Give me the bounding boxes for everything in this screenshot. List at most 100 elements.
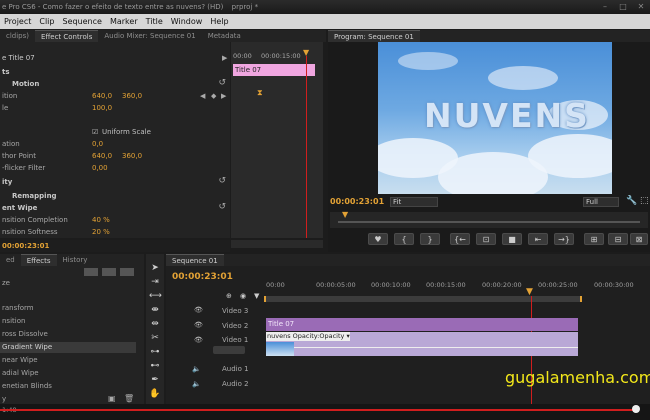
- effects-list-item[interactable]: ross Dissolve: [0, 329, 136, 340]
- wrench-icon[interactable]: 🔧: [626, 196, 637, 206]
- ec-playhead[interactable]: [306, 56, 307, 238]
- menu-window[interactable]: Window: [167, 14, 207, 29]
- speaker-icon[interactable]: 🔈: [192, 365, 201, 373]
- rolling-edit-tool-icon[interactable]: ⇼: [149, 304, 161, 316]
- ec-row-time-remapping[interactable]: Remapping: [0, 190, 230, 202]
- marker-icon[interactable]: ◉: [240, 292, 246, 300]
- expand-icon[interactable]: ⬚: [640, 196, 649, 206]
- go-to-out-button[interactable]: →}: [554, 233, 574, 245]
- opacity-line[interactable]: [294, 347, 578, 348]
- track-video-3[interactable]: Video 3: [222, 304, 248, 318]
- transition-softness-value[interactable]: 20 %: [92, 226, 110, 238]
- anchor-x-value[interactable]: 640,0: [92, 150, 112, 162]
- go-to-in-button[interactable]: {←: [450, 233, 470, 245]
- anti-flicker-value[interactable]: 0,00: [92, 162, 108, 174]
- menu-title[interactable]: Title: [142, 14, 167, 29]
- ec-row-motion[interactable]: Motion: [0, 78, 230, 90]
- next-keyframe-icon[interactable]: ▶: [221, 90, 226, 102]
- track-audio-2[interactable]: Audio 2: [222, 377, 249, 391]
- nuvens-clip-label[interactable]: nuvens Opacity:Opacity ▾: [266, 332, 350, 341]
- razor-tool-icon[interactable]: ✂: [149, 332, 161, 344]
- lift-button[interactable]: ⇤: [528, 233, 548, 245]
- tab-audio-mixer[interactable]: Audio Mixer: Sequence 01: [98, 30, 201, 42]
- eye-icon[interactable]: 👁: [194, 321, 203, 329]
- transition-completion-value[interactable]: 40 %: [92, 214, 110, 226]
- anchor-y-value[interactable]: 360,0: [122, 150, 142, 162]
- reset-icon[interactable]: ↺: [218, 78, 226, 88]
- nuvens-clip[interactable]: nuvens Opacity:Opacity ▾: [266, 332, 578, 356]
- reset-icon[interactable]: ↺: [218, 176, 226, 186]
- track-video-1-keyframe-control[interactable]: [213, 346, 245, 354]
- 32bit-icon[interactable]: [102, 268, 116, 276]
- program-timecode[interactable]: 00:00:23:01: [330, 197, 384, 206]
- effects-list-item[interactable]: enetian Blinds: [0, 381, 136, 392]
- player-progress[interactable]: [0, 409, 634, 411]
- playhead-marker-icon[interactable]: ▼: [303, 48, 309, 57]
- fit-dropdown[interactable]: Fit: [390, 197, 438, 207]
- uniform-scale-checkbox[interactable]: ☑: [92, 126, 98, 138]
- trash-icon[interactable]: 🗑: [124, 394, 134, 403]
- tab-sequence[interactable]: Sequence 01: [166, 254, 224, 266]
- effects-list-item[interactable]: ze: [0, 278, 136, 289]
- tab-effects[interactable]: Effects: [20, 254, 57, 266]
- snap-icon[interactable]: ⊕: [226, 292, 232, 300]
- ec-row-gradient-wipe[interactable]: ent Wipe: [0, 202, 230, 214]
- speaker-icon[interactable]: 🔈: [192, 380, 201, 388]
- compare-button[interactable]: ⊟: [608, 233, 628, 245]
- program-video-frame[interactable]: NUVENS: [378, 42, 612, 194]
- menu-clip[interactable]: Clip: [35, 14, 58, 29]
- rate-stretch-tool-icon[interactable]: ⇹: [149, 318, 161, 330]
- position-x-value[interactable]: 640,0: [92, 90, 112, 102]
- quality-dropdown[interactable]: Full: [583, 197, 619, 207]
- mark-out-button[interactable]: }: [420, 233, 440, 245]
- minimize-button[interactable]: –: [596, 0, 614, 14]
- slip-tool-icon[interactable]: ⊶: [149, 346, 161, 358]
- timeline-timecode[interactable]: 00:00:23:01: [172, 272, 233, 282]
- pen-tool-icon[interactable]: ✒: [149, 374, 161, 386]
- track-video-1[interactable]: Video 1: [222, 333, 248, 347]
- scale-value[interactable]: 100,0: [92, 102, 112, 114]
- maximize-button[interactable]: □: [614, 0, 632, 14]
- menu-marker[interactable]: Marker: [106, 14, 142, 29]
- tab-effect-controls[interactable]: Effect Controls: [35, 30, 99, 42]
- player-progress-handle[interactable]: [632, 405, 640, 413]
- tab-history[interactable]: History: [57, 254, 94, 266]
- selection-tool-icon[interactable]: ➤: [149, 262, 161, 274]
- work-area-bar[interactable]: [264, 296, 582, 302]
- scrubber-playhead-icon[interactable]: ▼: [342, 210, 348, 219]
- ec-row-opacity[interactable]: ity: [0, 176, 230, 188]
- hand-tool-icon[interactable]: ✋: [149, 388, 161, 400]
- close-button[interactable]: ✕: [632, 0, 650, 14]
- effects-list-item[interactable]: near Wipe: [0, 355, 136, 366]
- track-audio-1[interactable]: Audio 1: [222, 362, 249, 376]
- tab-media-browser[interactable]: ed: [0, 254, 21, 266]
- eye-icon[interactable]: 👁: [194, 306, 203, 314]
- stop-button[interactable]: ■: [502, 233, 522, 245]
- title-clip[interactable]: Title 07: [266, 318, 578, 331]
- slide-tool-icon[interactable]: ⊷: [149, 360, 161, 372]
- position-y-value[interactable]: 360,0: [122, 90, 142, 102]
- keyframe-diamond-icon[interactable]: ◆: [211, 90, 216, 102]
- add-marker-button[interactable]: ♥: [368, 233, 388, 245]
- keyframe-icon[interactable]: ⧗: [257, 88, 263, 98]
- reset-icon[interactable]: ↺: [218, 202, 226, 212]
- effects-list-item[interactable]: nsition: [0, 316, 136, 327]
- ec-scrollbar[interactable]: [231, 240, 323, 248]
- new-bin-icon[interactable]: ▣: [108, 394, 116, 403]
- export-frame-button[interactable]: ⊞: [584, 233, 604, 245]
- play-triangle-icon[interactable]: ▶: [222, 54, 227, 62]
- tab-metadata[interactable]: Metadata: [202, 30, 247, 42]
- menu-sequence[interactable]: Sequence: [58, 14, 105, 29]
- yuv-icon[interactable]: [120, 268, 134, 276]
- effect-controls-timeline[interactable]: 00:00 00:00:15:00 Title 07 ▼ ⧗: [231, 42, 323, 238]
- link-icon[interactable]: ▼: [254, 292, 259, 300]
- effects-list-item-selected[interactable]: Gradient Wipe: [0, 342, 136, 353]
- tab-source[interactable]: cldips): [0, 30, 35, 42]
- effects-list-item[interactable]: ransform: [0, 303, 136, 314]
- mark-in-button[interactable]: {: [394, 233, 414, 245]
- program-scrubber[interactable]: ▼: [330, 210, 648, 228]
- step-back-button[interactable]: ⊡: [476, 233, 496, 245]
- scrubber-track[interactable]: [338, 221, 640, 223]
- menu-help[interactable]: Help: [206, 14, 232, 29]
- rotation-value[interactable]: 0,0: [92, 138, 103, 150]
